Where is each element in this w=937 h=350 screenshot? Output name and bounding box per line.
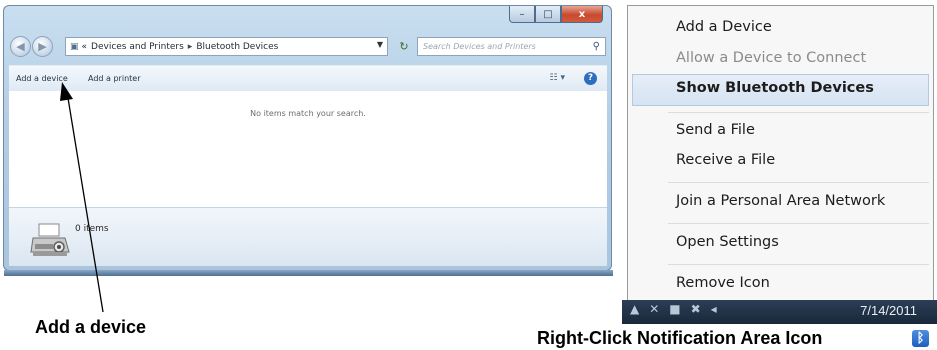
bluetooth-icon: ᛒ: [912, 330, 929, 347]
menu-separator: [668, 112, 929, 113]
tray-icons[interactable]: ▲✕■✖◂: [630, 302, 727, 316]
bluetooth-context-menu: Add a Device Allow a Device to Connect S…: [627, 5, 934, 307]
menu-item-join-pan[interactable]: Join a Personal Area Network: [676, 193, 885, 209]
menu-item-open-settings[interactable]: Open Settings: [676, 234, 779, 250]
menu-item-allow-connect[interactable]: Allow a Device to Connect: [676, 50, 866, 66]
callout-right-click: Right-Click Notification Area Icon: [537, 328, 823, 348]
menu-separator: [668, 182, 929, 183]
menu-item-show-devices[interactable]: Show Bluetooth Devices: [676, 80, 874, 96]
menu-separator: [668, 223, 929, 224]
menu-separator: [668, 264, 929, 265]
menu-item-remove-icon[interactable]: Remove Icon: [676, 275, 770, 291]
menu-item-add-device[interactable]: Add a Device: [676, 19, 772, 35]
menu-item-receive-file[interactable]: Receive a File: [676, 152, 775, 168]
taskbar-date[interactable]: 7/14/2011: [860, 303, 917, 318]
menu-item-send-file[interactable]: Send a File: [676, 122, 755, 138]
callout-add-device: Add a device: [35, 317, 147, 337]
notification-area: ▲✕■✖◂ 7/14/2011: [622, 300, 937, 324]
